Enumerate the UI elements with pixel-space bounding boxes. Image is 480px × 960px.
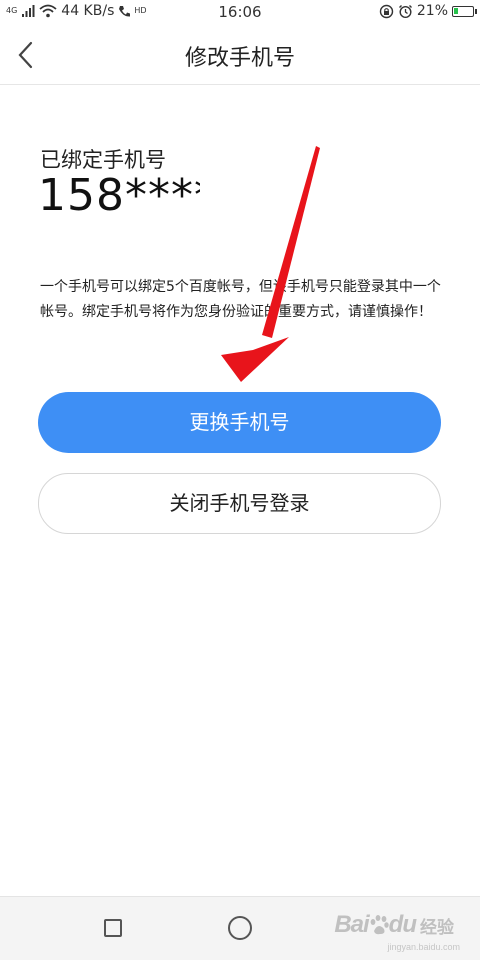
- screen: 4G 44 KB/s HD 16:06 21% 修改手机号 已绑定手机号 158…: [0, 0, 480, 960]
- status-bar: 4G 44 KB/s HD 16:06 21%: [0, 0, 480, 26]
- recent-apps-button[interactable]: [104, 919, 122, 937]
- watermark-cn: 经验: [420, 917, 454, 937]
- battery-fill: [454, 7, 458, 14]
- battery-percent: 21%: [416, 3, 448, 19]
- page-title: 修改手机号: [184, 46, 295, 71]
- alarm-icon: [398, 4, 412, 18]
- lock-rotation-icon: [379, 4, 394, 18]
- close-phone-login-button[interactable]: 关闭手机号登录: [38, 473, 441, 534]
- status-right: 21%: [379, 3, 477, 19]
- change-phone-button[interactable]: 更换手机号: [38, 392, 441, 453]
- binding-notice: 一个手机号可以绑定5个百度帐号，但该手机号只能登录其中一个帐号。绑定手机号将作为…: [40, 279, 441, 320]
- watermark-url: jingyan.baidu.com: [387, 942, 460, 952]
- battery-icon: [452, 5, 477, 17]
- watermark-brand-tail: du: [388, 911, 417, 938]
- bound-phone-number: 158*****: [38, 170, 200, 221]
- nav-bar: 修改手机号: [0, 26, 480, 85]
- watermark-brand: Bai: [334, 911, 369, 938]
- baidu-jingyan-watermark: Bai du 经验 jingyan.baidu.com: [334, 911, 460, 952]
- home-button[interactable]: [228, 916, 252, 940]
- paw-icon: [370, 915, 389, 935]
- system-nav-bar: Bai du 经验 jingyan.baidu.com: [0, 896, 480, 960]
